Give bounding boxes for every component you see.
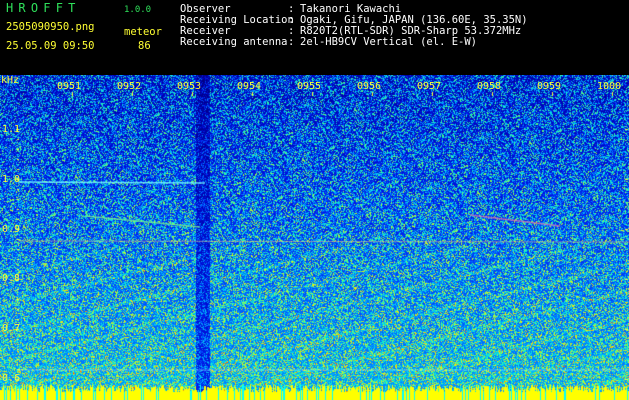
frequency-tick-label: 0.9 <box>2 224 21 235</box>
time-tick-label: 0954 <box>237 81 262 92</box>
app-version: 1.0.0 <box>124 5 152 15</box>
spectrogram-canvas <box>0 75 629 400</box>
header-panel: HROFFT 1.0.0 2505090950.png 25.05.09 09:… <box>0 0 629 75</box>
app-title: HROFFT <box>6 1 81 15</box>
frequency-tick-label: 0.6 <box>2 373 21 384</box>
observation-datetime: 25.05.09 09:50 <box>6 40 95 52</box>
time-tick-label: 0958 <box>477 81 502 92</box>
frequency-unit-label: kHz <box>1 75 20 86</box>
time-tick-label: 0957 <box>417 81 442 92</box>
frequency-tick-label: 1.0 <box>2 174 21 185</box>
time-tick-label: 0952 <box>117 81 142 92</box>
detection-mode-label: meteor <box>124 26 162 38</box>
time-tick-label: 0959 <box>537 81 562 92</box>
station-value: 2el-HB9CV Vertical (el. E-W) <box>300 36 478 48</box>
time-tick-label: 1000 <box>597 81 622 92</box>
station-info: Observer: Takanori Kawachi Receiving Loca… <box>180 4 528 48</box>
time-tick-label: 0955 <box>297 81 322 92</box>
file-name: 2505090950.png <box>6 21 95 33</box>
time-tick-label: 0956 <box>357 81 382 92</box>
meteor-count: 86 <box>138 40 151 52</box>
frequency-tick-label: 0.8 <box>2 273 21 284</box>
time-tick-label: 0951 <box>57 81 82 92</box>
frequency-tick-label: 0.7 <box>2 323 21 334</box>
station-row-antenna: Receiving antenna:2el-HB9CV Vertical (el… <box>180 36 478 48</box>
station-label: Receiving antenna <box>180 36 288 48</box>
time-tick-label: 0953 <box>177 81 202 92</box>
frequency-tick-label: 1.1 <box>2 124 21 135</box>
